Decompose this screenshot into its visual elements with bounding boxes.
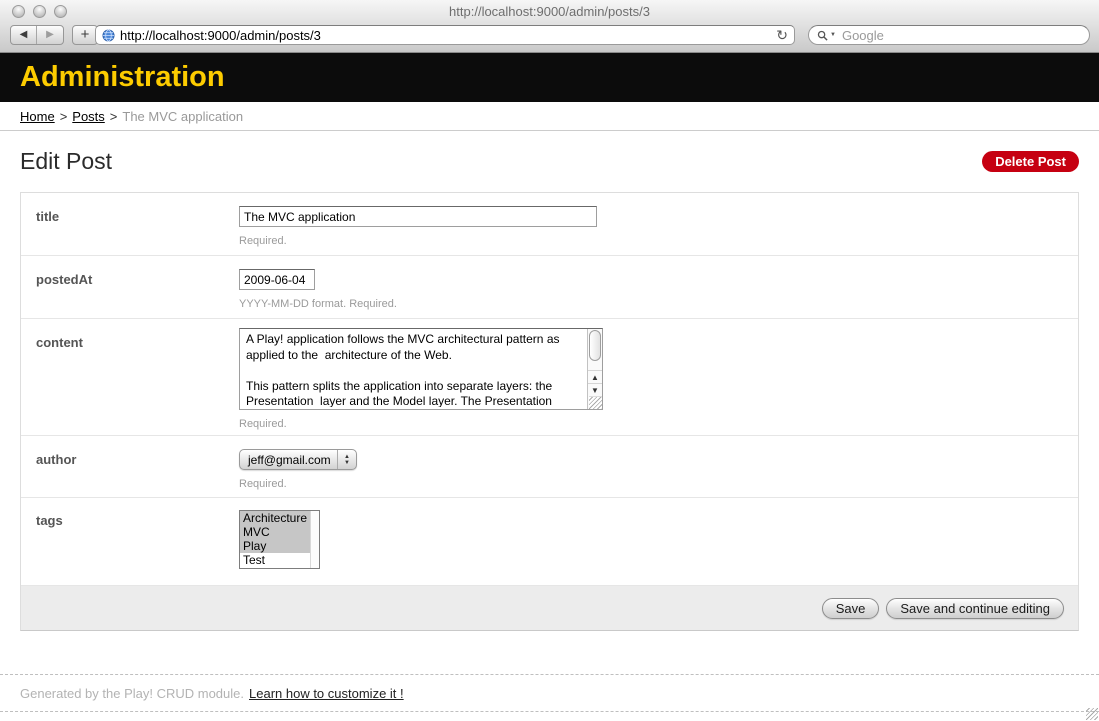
form-row-postedAt: postedAt YYYY-MM-DD format. Required.: [21, 256, 1078, 319]
search-placeholder: Google: [842, 28, 884, 43]
content-text[interactable]: A Play! application follows the MVC arch…: [246, 332, 583, 407]
browser-chrome: http://localhost:9000/admin/posts/3 ◀ ▶ …: [0, 0, 1099, 53]
tags-option[interactable]: Play: [240, 539, 310, 553]
tags-option[interactable]: Architecture: [240, 511, 310, 525]
url-text[interactable]: http://localhost:9000/admin/posts/3: [120, 28, 776, 43]
tags-listbox[interactable]: Architecture MVC Play Test: [239, 510, 320, 569]
content-label: content: [36, 328, 239, 435]
edit-post-form: title Required. postedAt YYYY-MM-DD form…: [20, 192, 1079, 631]
breadcrumb-home-link[interactable]: Home: [20, 109, 55, 124]
plus-icon: +: [81, 26, 90, 43]
tags-field-wrap: Architecture MVC Play Test: [239, 510, 320, 585]
breadcrumb-separator: >: [60, 109, 68, 124]
page-title: Edit Post: [20, 148, 112, 175]
content-field-wrap: A Play! application follows the MVC arch…: [239, 328, 603, 435]
save-button[interactable]: Save: [822, 598, 880, 619]
browser-window: http://localhost:9000/admin/posts/3 ◀ ▶ …: [0, 0, 1099, 721]
author-hint: Required.: [239, 478, 357, 490]
address-bar[interactable]: http://localhost:9000/admin/posts/3 ↻: [95, 25, 795, 45]
resize-grip-icon[interactable]: [589, 396, 602, 409]
forward-icon: ▶: [46, 29, 54, 40]
search-field[interactable]: ▼ Google: [808, 25, 1090, 45]
form-row-title: title Required.: [21, 193, 1078, 256]
postedAt-input[interactable]: [239, 269, 315, 290]
postedAt-hint: YYYY-MM-DD format. Required.: [239, 298, 397, 310]
content-hint: Required.: [239, 418, 603, 430]
scroll-down-icon[interactable]: ▼: [588, 383, 602, 396]
window-resize-grip-icon[interactable]: [1086, 708, 1098, 720]
author-selected-value: jeff@gmail.com: [240, 453, 337, 467]
breadcrumb-separator: >: [110, 109, 118, 124]
browser-toolbar: ◀ ▶ + http://localhost:9000/admin/posts/…: [0, 23, 1099, 53]
breadcrumb-posts-link[interactable]: Posts: [72, 109, 105, 124]
footer-text: Generated by the Play! CRUD module.: [20, 686, 244, 701]
breadcrumb-current: The MVC application: [122, 109, 243, 124]
author-field-wrap: jeff@gmail.com ▲ ▼ Required.: [239, 449, 357, 497]
tags-label: tags: [36, 510, 239, 585]
back-button[interactable]: ◀: [11, 26, 37, 44]
search-icon: [817, 30, 828, 41]
title-label: title: [36, 206, 239, 255]
forward-button[interactable]: ▶: [37, 26, 63, 44]
globe-icon: [102, 29, 115, 42]
form-buttons-bar: Save Save and continue editing: [21, 586, 1078, 630]
save-continue-button[interactable]: Save and continue editing: [886, 598, 1064, 619]
author-label: author: [36, 449, 239, 497]
delete-post-button[interactable]: Delete Post: [982, 151, 1079, 172]
content-scrollbar[interactable]: ▲ ▼: [587, 329, 602, 409]
tags-option[interactable]: Test: [240, 553, 310, 567]
scroll-up-icon[interactable]: ▲: [588, 370, 602, 383]
select-stepper-icon: ▲ ▼: [337, 450, 356, 469]
back-icon: ◀: [20, 29, 28, 40]
footer-customize-link[interactable]: Learn how to customize it !: [249, 686, 404, 701]
title-field-wrap: Required.: [239, 206, 597, 255]
app-title: Administration: [20, 61, 225, 94]
title-hint: Required.: [239, 235, 597, 247]
form-row-author: author jeff@gmail.com ▲ ▼ Required.: [21, 436, 1078, 498]
tags-scrollbar-track[interactable]: [310, 511, 319, 568]
nav-buttons: ◀ ▶: [10, 25, 64, 45]
reload-icon[interactable]: ↻: [776, 26, 788, 44]
postedAt-label: postedAt: [36, 269, 239, 318]
breadcrumb: Home > Posts > The MVC application: [0, 102, 1099, 131]
title-bar[interactable]: http://localhost:9000/admin/posts/3: [0, 0, 1099, 23]
main-content: Edit Post Delete Post title Required. po…: [0, 131, 1099, 631]
title-input[interactable]: [239, 206, 597, 227]
scrollbar-thumb[interactable]: [589, 330, 601, 361]
page-footer: Generated by the Play! CRUD module. Lear…: [0, 674, 1099, 712]
content-textarea[interactable]: A Play! application follows the MVC arch…: [239, 328, 603, 410]
tags-option[interactable]: MVC: [240, 525, 310, 539]
form-row-tags: tags Architecture MVC Play Test: [21, 498, 1078, 586]
window-title: http://localhost:9000/admin/posts/3: [0, 4, 1099, 19]
form-row-content: content A Play! application follows the …: [21, 319, 1078, 436]
search-options-caret-icon[interactable]: ▼: [830, 32, 836, 38]
admin-header: Administration: [0, 53, 1099, 102]
author-select[interactable]: jeff@gmail.com ▲ ▼: [239, 449, 357, 470]
postedAt-field-wrap: YYYY-MM-DD format. Required.: [239, 269, 397, 318]
